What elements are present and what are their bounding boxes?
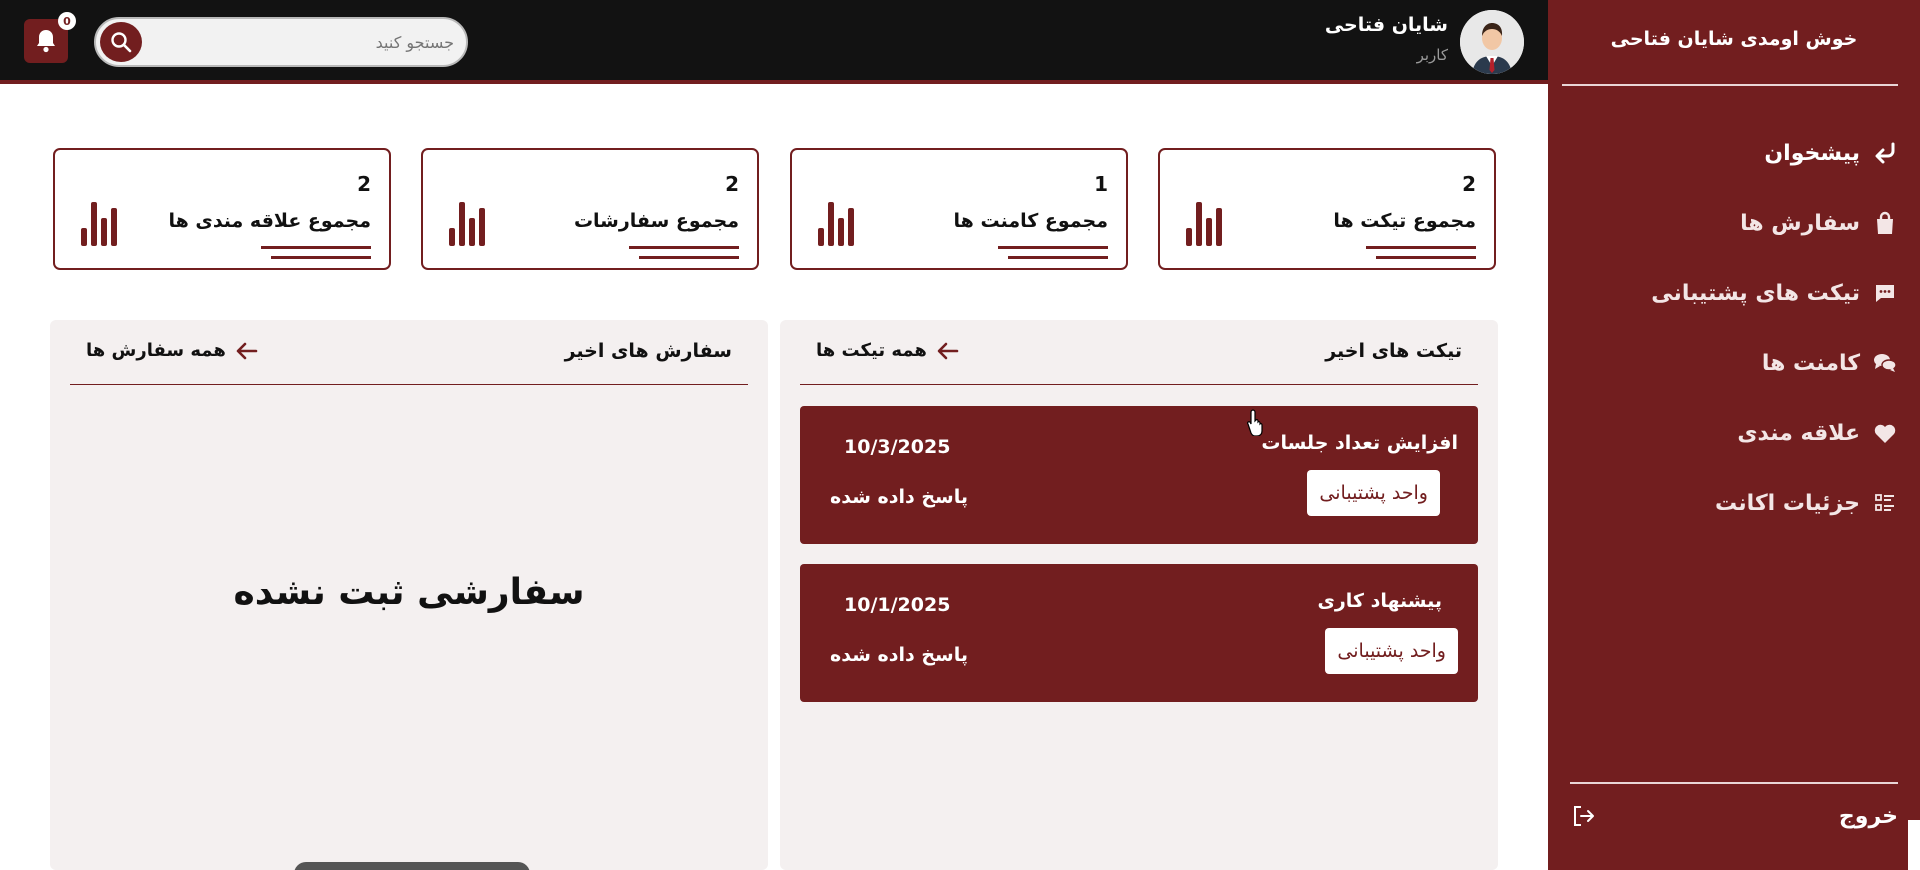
stat-label: مجموع کامنت ها [953, 210, 1108, 232]
sidebar: خوش اومدی شایان فتاحی پیشخوان سفارش ها ت… [1548, 0, 1920, 870]
user-name: شایان فتاحی [1324, 14, 1448, 36]
bar-chart-icon [449, 202, 485, 246]
ticket-date: 10/1/2025 [844, 594, 951, 616]
logout-label: خروج [1838, 803, 1898, 829]
welcome-message: خوش اومدی شایان فتاحی [1610, 28, 1858, 50]
hand-cursor-icon [1247, 409, 1263, 436]
panel-title: تیکت های اخیر [1325, 340, 1462, 362]
shopping-bag-icon [1872, 210, 1898, 236]
arrow-left-icon [236, 342, 258, 359]
heart-icon [1872, 420, 1898, 446]
stat-card-comments[interactable]: 1 مجموع کامنت ها [790, 148, 1128, 270]
divider [629, 246, 739, 249]
search-input[interactable] [150, 22, 454, 62]
ticket-date: 10/3/2025 [844, 436, 951, 458]
recent-orders-panel: سفارش های اخیر همه سفارش ها سفارشی ثبت ن… [50, 320, 768, 870]
arrow-left-icon [937, 342, 959, 359]
notification-count-badge: 0 [58, 12, 76, 30]
search-box [94, 17, 468, 67]
all-orders-link[interactable]: همه سفارش ها [86, 340, 258, 361]
ticket-title: افزایش تعداد جلسات [1261, 432, 1458, 454]
stat-card-tickets[interactable]: 2 مجموع تیکت ها [1158, 148, 1496, 270]
ticket-status: پاسخ داده شده [830, 644, 968, 666]
sidebar-item-label: سفارش ها [1740, 210, 1860, 236]
divider [1570, 782, 1898, 784]
app-root: 0 شایان فتاحی کاربر 2 م [0, 0, 1920, 870]
empty-orders-message: سفارشی ثبت نشده [233, 572, 585, 613]
sidebar-item-comments[interactable]: کامنت ها [1598, 328, 1898, 398]
ticket-status: پاسخ داده شده [830, 486, 968, 508]
stat-label: مجموع سفارشات [573, 210, 739, 232]
sidebar-item-label: علاقه مندی [1737, 420, 1860, 446]
divider [1562, 84, 1898, 86]
message-icon [1872, 280, 1898, 306]
floating-bar[interactable] [294, 862, 530, 870]
sidebar-item-tickets[interactable]: تیکت های پشتیبانی [1598, 258, 1898, 328]
divider [800, 384, 1478, 385]
all-tickets-label: همه تیکت ها [816, 340, 927, 361]
scrollbar[interactable] [1908, 820, 1920, 870]
top-bar: 0 شایان فتاحی کاربر [0, 0, 1548, 84]
sidebar-item-label: پیشخوان [1764, 140, 1860, 166]
divider [998, 246, 1108, 249]
comments-icon [1872, 350, 1898, 376]
stat-count: 2 [725, 172, 739, 196]
divider [271, 256, 371, 259]
divider [1008, 256, 1108, 259]
bar-chart-icon [818, 202, 854, 246]
ticket-title: پیشنهاد کاری [1317, 590, 1442, 612]
divider [1366, 246, 1476, 249]
list-details-icon [1872, 490, 1898, 516]
user-role: کاربر [1416, 46, 1448, 64]
stat-count: 2 [1462, 172, 1476, 196]
ticket-card[interactable]: پیشنهاد کاری واحد پشتیبانی 10/1/2025 پاس… [800, 564, 1478, 702]
divider [1376, 256, 1476, 259]
search-icon [111, 32, 132, 53]
sidebar-item-label: کامنت ها [1761, 350, 1860, 376]
logout-button[interactable]: خروج [1572, 796, 1898, 836]
stat-count: 2 [357, 172, 371, 196]
stat-count: 1 [1094, 172, 1108, 196]
sidebar-item-account-details[interactable]: جزئیات اکانت [1598, 468, 1898, 538]
panel-title: سفارش های اخیر [564, 340, 732, 362]
divider [639, 256, 739, 259]
divider [70, 384, 748, 385]
ticket-department-badge: واحد پشتیبانی [1307, 470, 1440, 516]
ticket-department-badge: واحد پشتیبانی [1325, 628, 1458, 674]
stat-card-orders[interactable]: 2 مجموع سفارشات [421, 148, 759, 270]
user-avatar-icon [1460, 10, 1524, 74]
ticket-card[interactable]: افزایش تعداد جلسات واحد پشتیبانی 10/3/20… [800, 406, 1478, 544]
bar-chart-icon [1186, 202, 1222, 246]
recent-tickets-panel: تیکت های اخیر همه تیکت ها افزایش تعداد ج… [780, 320, 1498, 870]
logout-icon [1574, 806, 1594, 826]
all-orders-label: همه سفارش ها [86, 340, 226, 361]
avatar[interactable] [1460, 10, 1524, 74]
sidebar-menu: پیشخوان سفارش ها تیکت های پشتیبانی کامنت… [1598, 118, 1898, 538]
divider [261, 246, 371, 249]
bell-icon [37, 30, 55, 53]
stat-card-favorites[interactable]: 2 مجموع علاقه مندی ها [53, 148, 391, 270]
sidebar-item-dashboard[interactable]: پیشخوان [1598, 118, 1898, 188]
all-tickets-link[interactable]: همه تیکت ها [816, 340, 959, 361]
stat-label: مجموع تیکت ها [1333, 210, 1476, 232]
sidebar-item-label: تیکت های پشتیبانی [1651, 280, 1860, 306]
bar-chart-icon [81, 202, 117, 246]
return-arrow-icon [1872, 140, 1898, 166]
sidebar-item-label: جزئیات اکانت [1715, 490, 1860, 516]
sidebar-item-favorites[interactable]: علاقه مندی [1598, 398, 1898, 468]
stat-label: مجموع علاقه مندی ها [168, 210, 371, 232]
sidebar-item-orders[interactable]: سفارش ها [1598, 188, 1898, 258]
search-button[interactable] [100, 22, 142, 62]
